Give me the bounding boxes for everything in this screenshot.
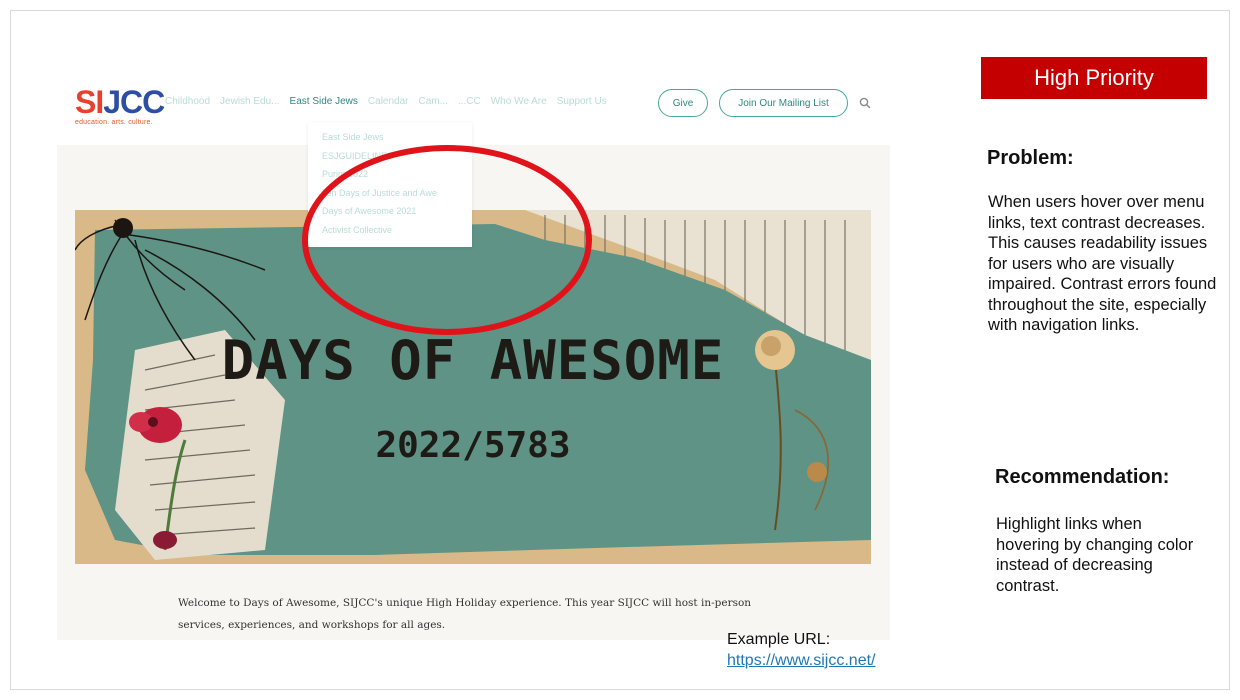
nav-item-jcc[interactable]: ...CC	[458, 96, 481, 107]
nav-item-jewish-education[interactable]: Jewish Edu...	[220, 96, 279, 107]
recommendation-heading: Recommendation:	[995, 466, 1170, 488]
welcome-text: Welcome to Days of Awesome, SIJCC's uniq…	[178, 597, 752, 631]
website-screenshot: SIJCC education. arts. culture. Childhoo…	[57, 70, 890, 640]
recommendation-text: Highlight links when hovering by changin…	[996, 515, 1194, 595]
example-url-link[interactable]: https://www.sijcc.net/	[727, 652, 876, 670]
logo-letter: I	[95, 84, 104, 120]
logo-letter: C	[120, 84, 143, 120]
nav-item-camp[interactable]: Cam...	[419, 96, 448, 107]
search-icon[interactable]	[858, 96, 872, 110]
nav-item-childhood[interactable]: Childhood	[165, 96, 210, 107]
give-button[interactable]: Give	[658, 89, 708, 117]
dropdown-item-east-side-jews[interactable]: East Side Jews	[322, 128, 472, 147]
nav-item-support-us[interactable]: Support Us	[557, 96, 607, 107]
dropdown-item-activist-collective[interactable]: Activist Collective	[322, 221, 472, 240]
hero-title: DAYS OF AWESOME	[221, 329, 725, 392]
nav-item-calendar[interactable]: Calendar	[368, 96, 409, 107]
nav-item-east-side-jews[interactable]: East Side Jews	[290, 96, 358, 107]
site-logo[interactable]: SIJCC education. arts. culture.	[75, 84, 165, 126]
dropdown-item-esjguidelines[interactable]: ESJGUIDELINES	[322, 147, 472, 166]
hero-year: 2022/5783	[375, 425, 571, 466]
dropdown-item-purim-2022[interactable]: Purim 2022	[322, 165, 472, 184]
logo-letter: C	[142, 84, 165, 120]
dropdown-item-days-of-awesome-2021[interactable]: Days of Awesome 2021	[322, 202, 472, 221]
site-header: SIJCC education. arts. culture. Childhoo…	[57, 70, 890, 145]
main-nav: Childhood Jewish Edu... East Side Jews C…	[165, 96, 607, 107]
priority-badge: High Priority	[981, 57, 1207, 99]
mailing-list-button[interactable]: Join Our Mailing List	[719, 89, 848, 117]
dropdown-item-ten-days[interactable]: Ten Days of Justice and Awe	[322, 184, 472, 203]
example-url-label: Example URL:	[727, 631, 831, 648]
logo-tagline: education. arts. culture.	[75, 119, 153, 126]
problem-heading: Problem:	[987, 147, 1074, 169]
problem-text: When users hover over menu links, text c…	[988, 193, 1217, 334]
nav-dropdown-menu: East Side Jews ESJGUIDELINES Purim 2022 …	[308, 122, 472, 247]
logo-letter: S	[75, 84, 96, 120]
nav-item-who-we-are[interactable]: Who We Are	[491, 96, 547, 107]
hero-banner: DAYS OF AWESOME 2022/5783	[75, 210, 871, 564]
logo-letter: J	[103, 84, 121, 120]
logo-mark: SIJCC	[75, 84, 165, 120]
